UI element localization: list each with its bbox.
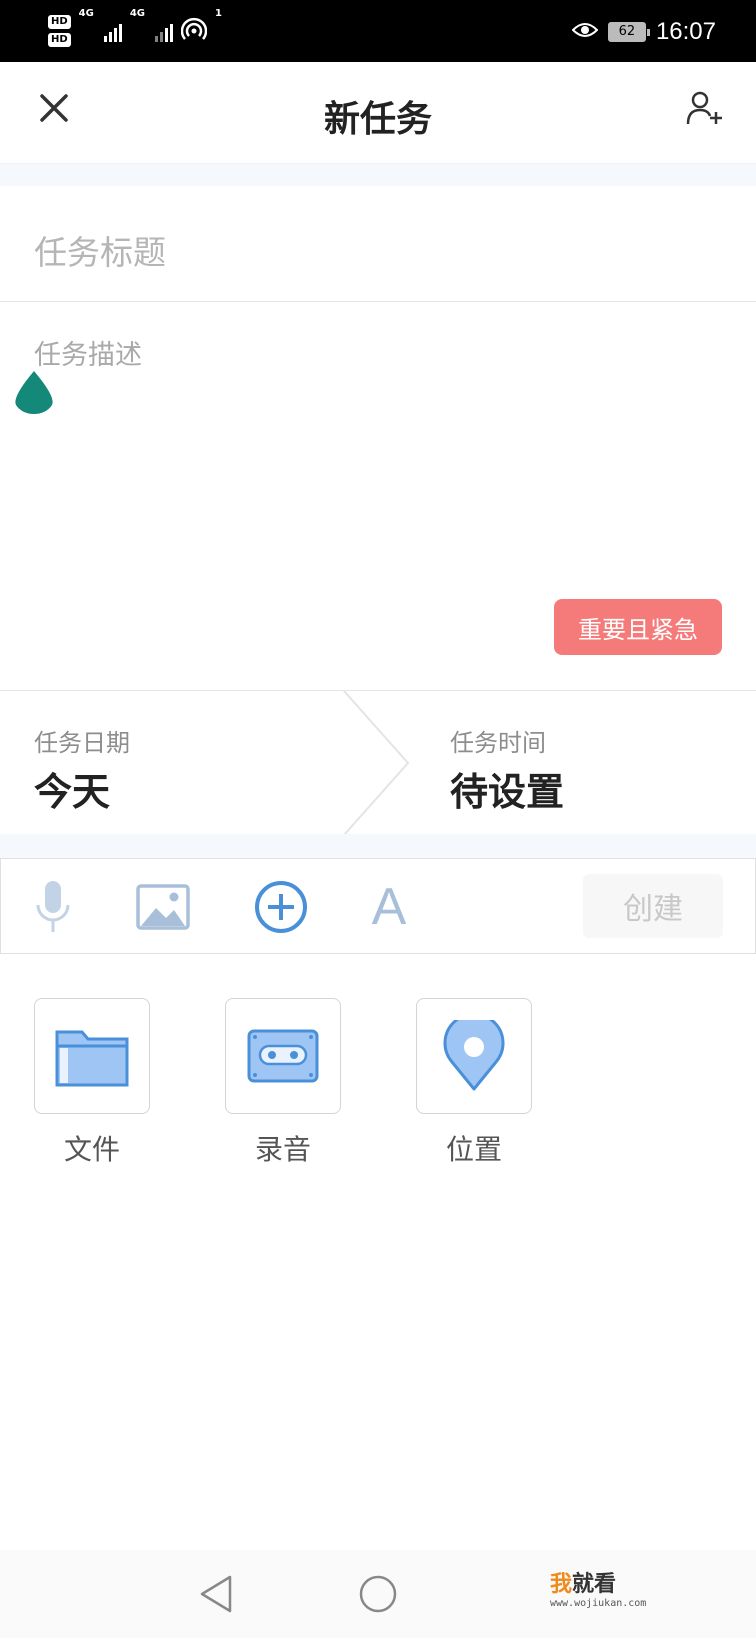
sim2-hd-badge: HD <box>48 33 71 47</box>
task-description-input[interactable]: 任务描述 重要且紧急 <box>0 303 756 689</box>
battery-indicator: 62 <box>607 22 650 42</box>
schedule-row: 任务日期 今天 任务时间 待设置 <box>0 690 756 835</box>
signal-2-icon <box>155 20 174 42</box>
app-header: 新任务 <box>0 62 756 164</box>
eye-icon <box>571 21 599 43</box>
attachment-file-label: 文件 <box>63 1133 120 1166</box>
task-date-selector[interactable]: 任务日期 今天 <box>0 691 350 835</box>
attachment-recording[interactable]: 录音 <box>225 998 341 1168</box>
voice-input-button[interactable] <box>23 877 83 937</box>
task-date-value: 今天 <box>34 770 111 814</box>
attachment-recording-tile[interactable] <box>225 998 341 1114</box>
text-format-button[interactable]: A <box>359 877 419 937</box>
attachment-file[interactable]: 文件 <box>34 998 150 1168</box>
watermark-brand-rest: 就看 <box>572 1572 617 1597</box>
text-cursor-handle-icon[interactable] <box>12 369 56 421</box>
hotspot-icon <box>180 16 208 46</box>
separator-band-2 <box>0 834 756 858</box>
create-button[interactable]: 创建 <box>583 874 723 938</box>
attachment-location-tile[interactable] <box>416 998 532 1114</box>
status-left: HD HD 4G 4G 1 <box>48 8 224 54</box>
task-description-placeholder: 任务描述 <box>34 340 142 371</box>
attachment-location-label: 位置 <box>445 1133 502 1166</box>
add-user-icon <box>686 91 722 125</box>
nav-back-button[interactable] <box>188 1566 244 1622</box>
status-bar: HD HD 4G 4G 1 62 16:07 <box>0 0 756 62</box>
add-member-button[interactable] <box>682 84 730 132</box>
attachment-recording-label: 录音 <box>254 1133 311 1166</box>
network-type-1: 4G <box>78 8 94 19</box>
folder-icon <box>55 1030 129 1087</box>
watermark-url: www.wojiukan.com <box>550 1598 647 1609</box>
task-title-input[interactable]: 任务标题 <box>0 186 756 302</box>
back-triangle-icon <box>200 1575 232 1613</box>
home-circle-icon <box>359 1575 397 1613</box>
hotspot-count: 1 <box>215 8 222 19</box>
location-pin-icon <box>443 1020 505 1091</box>
system-nav-bar: 我就看 www.wojiukan.com <box>0 1550 756 1638</box>
watermark-logo: 我就看 www.wojiukan.com <box>550 1566 646 1609</box>
attachment-location[interactable]: 位置 <box>416 998 532 1168</box>
priority-button[interactable]: 重要且紧急 <box>554 599 722 655</box>
input-toolbar: A 创建 <box>0 858 756 954</box>
plus-circle-icon <box>255 881 307 933</box>
network-type-2: 4G <box>129 8 146 19</box>
sim-badges: HD HD <box>48 15 71 47</box>
sim1-hd-badge: HD <box>48 15 71 29</box>
nav-home-button[interactable] <box>350 1566 406 1622</box>
task-time-value: 待设置 <box>450 770 565 814</box>
task-title-placeholder: 任务标题 <box>34 233 166 272</box>
task-time-selector[interactable]: 任务时间 待设置 <box>420 691 756 835</box>
page-title: 新任务 <box>323 99 432 140</box>
tape-icon <box>247 1029 319 1083</box>
chevron-divider-icon <box>343 691 410 835</box>
task-time-label: 任务时间 <box>450 729 546 757</box>
task-date-label: 任务日期 <box>34 729 130 757</box>
watermark-brand: 我就看 <box>550 1566 646 1598</box>
signal-1-icon <box>103 20 122 42</box>
status-right: 62 16:07 <box>571 14 716 50</box>
separator-band <box>0 164 756 186</box>
microphone-icon <box>36 881 70 932</box>
image-button[interactable] <box>133 877 193 937</box>
image-icon <box>136 884 190 930</box>
watermark-brand-highlight: 我 <box>550 1572 573 1597</box>
attachment-file-tile[interactable] <box>34 998 150 1114</box>
more-button[interactable] <box>251 877 311 937</box>
clock: 16:07 <box>655 18 716 45</box>
text-format-icon: A <box>371 878 407 936</box>
